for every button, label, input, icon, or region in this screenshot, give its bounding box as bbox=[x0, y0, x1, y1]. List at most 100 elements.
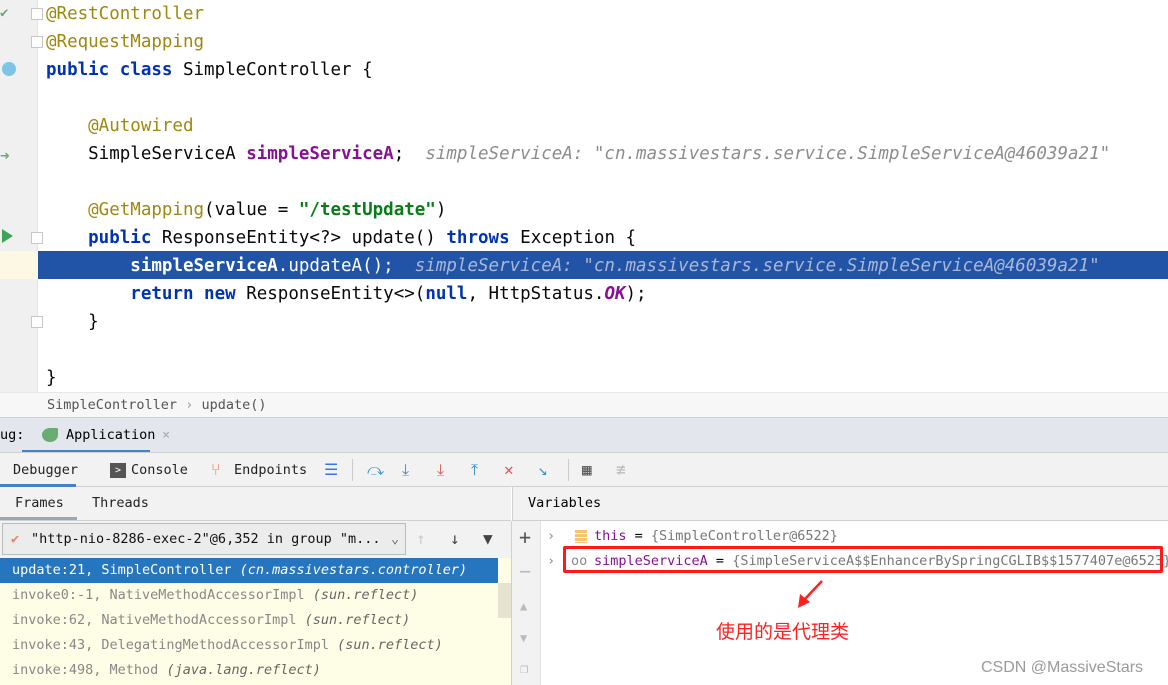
frame-package: (java.lang.reflect) bbox=[166, 662, 321, 678]
code-token: @RequestMapping bbox=[46, 32, 205, 52]
annotation-text: 使用的是代理类 bbox=[716, 621, 850, 643]
tab-endpoints[interactable]: Endpoints bbox=[234, 453, 307, 487]
frame-item[interactable]: invoke:498, Method (java.lang.reflect) bbox=[0, 658, 498, 683]
frame-location: update:21, SimpleController bbox=[12, 562, 240, 578]
debug-label: ug: bbox=[0, 427, 25, 443]
frame-package: (sun.reflect) bbox=[312, 587, 419, 603]
variable-name: this bbox=[594, 528, 627, 544]
chevron-down-icon: ⌄ bbox=[391, 531, 400, 547]
variable-value: {SimpleController@6522} bbox=[650, 528, 838, 544]
spring-controller-icon bbox=[2, 62, 16, 76]
fold-icon[interactable] bbox=[31, 8, 43, 20]
breadcrumb-separator: › bbox=[185, 397, 194, 413]
expand-icon[interactable]: › bbox=[547, 549, 555, 574]
tab-threads[interactable]: Threads bbox=[92, 487, 149, 519]
console-icon: > bbox=[110, 463, 126, 478]
code-line[interactable]: return new ResponseEntity<>(null, HttpSt… bbox=[46, 280, 646, 308]
tab-frames[interactable]: Frames bbox=[0, 487, 77, 520]
code-token: null bbox=[425, 284, 468, 304]
code-token: } bbox=[46, 368, 57, 388]
endpoints-icon: ⑂ bbox=[211, 460, 221, 479]
step-into-icon[interactable]: ⤓ bbox=[402, 453, 409, 487]
variable-equals: = bbox=[626, 528, 651, 544]
tab-label: Application bbox=[66, 427, 156, 443]
debugger-toolbar: Debugger > Console ⑂ Endpoints ☰ ⤼ ⤓ ⤓ ⤒… bbox=[0, 452, 1168, 487]
force-step-into-icon[interactable]: ⤓ bbox=[437, 453, 444, 487]
gutter: ✔ ➜ bbox=[0, 0, 43, 392]
run-icon[interactable] bbox=[2, 229, 13, 243]
frame-item[interactable]: invoke:62, NativeMethodAccessorImpl (sun… bbox=[0, 608, 498, 633]
move-up-icon[interactable]: ▲ bbox=[520, 599, 527, 613]
next-frame-icon[interactable]: ↓ bbox=[450, 522, 460, 556]
field-icon bbox=[575, 530, 587, 543]
code-token: simpleServiceA: "cn.massivestars.service… bbox=[414, 256, 1100, 276]
debug-tool-window-header: ug: Application × bbox=[0, 417, 1168, 453]
code-line[interactable]: SimpleServiceA simpleServiceA; simpleSer… bbox=[46, 140, 1110, 168]
step-over-icon[interactable]: ⤼ bbox=[367, 453, 384, 487]
spring-boot-icon bbox=[42, 428, 58, 442]
code-token: } bbox=[46, 312, 99, 332]
fold-icon[interactable] bbox=[31, 316, 43, 328]
autowired-navigate-icon[interactable]: ➜ bbox=[0, 146, 16, 165]
breadcrumb-method[interactable]: update() bbox=[201, 397, 266, 413]
breadcrumb: SimpleController › update() bbox=[0, 392, 1168, 417]
code-token: @GetMapping bbox=[46, 200, 205, 220]
code-line[interactable]: public class SimpleController { bbox=[46, 56, 373, 84]
frame-location: invoke0:-1, NativeMethodAccessorImpl bbox=[12, 587, 313, 603]
code-line[interactable]: } bbox=[46, 364, 57, 392]
code-token: throws bbox=[446, 228, 521, 248]
code-line[interactable]: } bbox=[46, 308, 99, 336]
frames-scrollbar[interactable] bbox=[498, 583, 511, 618]
add-watch-icon[interactable]: + bbox=[519, 525, 531, 549]
code-token: SimpleController { bbox=[182, 60, 373, 80]
code-token: public class bbox=[46, 60, 183, 80]
code-token: simpleServiceA: "cn.massivestars.service… bbox=[425, 144, 1111, 164]
frame-item[interactable]: invoke0:-1, NativeMethodAccessorImpl (su… bbox=[0, 583, 498, 608]
evaluate-expression-icon[interactable]: ▦ bbox=[582, 453, 592, 487]
drop-frame-icon[interactable]: ✕ bbox=[504, 453, 514, 487]
frames-list: update:21, SimpleController (cn.massives… bbox=[0, 558, 511, 685]
code-token: simpleServiceA bbox=[246, 144, 394, 164]
code-line[interactable]: simpleServiceA.updateA(); simpleServiceA… bbox=[46, 252, 1100, 280]
run-to-cursor-icon[interactable]: ↘ bbox=[538, 453, 548, 487]
frame-location: invoke:62, NativeMethodAccessorImpl bbox=[12, 612, 305, 628]
tab-application[interactable]: Application × bbox=[22, 418, 170, 453]
code-line[interactable]: @RestController bbox=[46, 0, 204, 28]
code-token: SimpleServiceA bbox=[46, 144, 247, 164]
code-line[interactable]: @Autowired bbox=[46, 112, 193, 140]
code-token: ) bbox=[435, 200, 447, 220]
frame-location: invoke:43, DelegatingMethodAccessorImpl bbox=[12, 637, 338, 653]
code-token: , HttpStatus. bbox=[467, 284, 605, 304]
layout-menu-icon[interactable]: ☰ bbox=[324, 453, 338, 487]
remove-watch-icon[interactable]: − bbox=[519, 559, 531, 583]
close-icon[interactable]: × bbox=[162, 418, 170, 453]
tab-debugger[interactable]: Debugger bbox=[0, 453, 78, 487]
frame-package: (cn.massivestars.controller) bbox=[239, 562, 468, 578]
spring-bean-icon: ✔ bbox=[0, 5, 9, 21]
frame-item[interactable]: invoke:43, DelegatingMethodAccessorImpl … bbox=[0, 633, 498, 658]
thread-selector[interactable]: ✔ "http-nio-8286-exec-2"@6,352 in group "… bbox=[2, 523, 406, 555]
code-token: return new bbox=[46, 284, 247, 304]
code-token: ; bbox=[393, 144, 426, 164]
code-token: @RestController bbox=[46, 4, 205, 24]
code-token: OK bbox=[604, 284, 626, 304]
breadcrumb-class[interactable]: SimpleController bbox=[47, 397, 177, 413]
tab-console[interactable]: Console bbox=[131, 453, 188, 487]
trace-icon[interactable]: ≢ bbox=[616, 453, 626, 487]
step-out-icon[interactable]: ⤒ bbox=[471, 453, 478, 487]
expand-icon[interactable]: › bbox=[547, 524, 555, 549]
fold-icon[interactable] bbox=[31, 232, 43, 244]
code-line[interactable]: public ResponseEntity<?> update() throws… bbox=[46, 224, 636, 252]
move-down-icon[interactable]: ▼ bbox=[520, 631, 527, 645]
previous-frame-icon[interactable]: ↑ bbox=[416, 522, 426, 556]
filter-icon[interactable]: ▼ bbox=[483, 522, 493, 556]
variables-header: Variables bbox=[512, 487, 1168, 521]
frame-item[interactable]: update:21, SimpleController (cn.massives… bbox=[0, 558, 498, 583]
code-token: (value = bbox=[204, 200, 299, 220]
fold-icon[interactable] bbox=[31, 36, 43, 48]
code-editor[interactable]: ✔ ➜ @RestController @RequestMapping public… bbox=[0, 0, 1168, 392]
code-line[interactable]: @GetMapping(value = "/testUpdate") bbox=[46, 196, 446, 224]
copy-icon[interactable]: ❐ bbox=[520, 661, 528, 677]
code-line[interactable]: @RequestMapping bbox=[46, 28, 204, 56]
frame-location: invoke:498, Method bbox=[12, 662, 167, 678]
